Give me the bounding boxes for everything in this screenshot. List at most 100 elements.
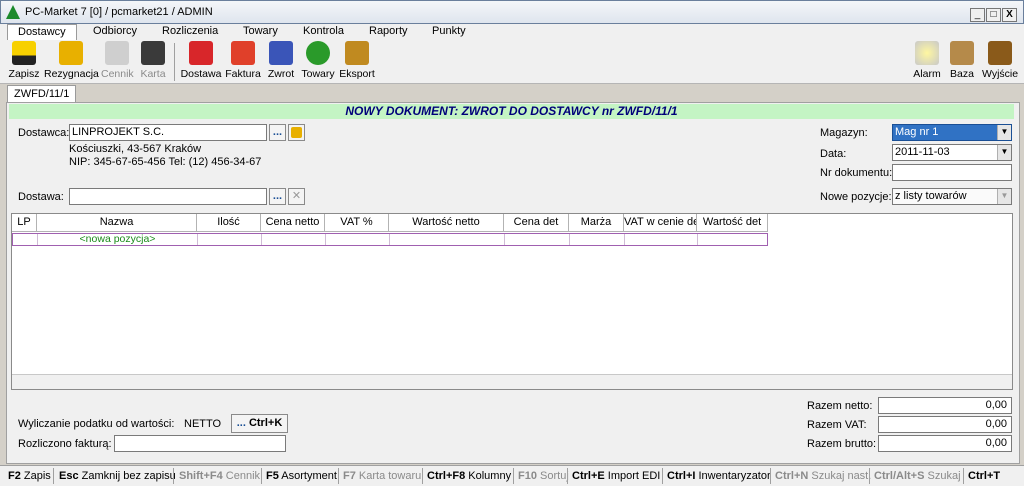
toolbar: Zapisz Rezygnacja Cennik Karta Dostawa F… [0,40,1024,84]
invoice-icon [231,41,255,65]
baza-button[interactable]: Baza [948,41,976,83]
magazyn-select[interactable]: Mag nr 1 [892,124,1012,141]
razem-netto-label: Razem netto: [807,400,873,412]
title-bar: PC-Market 7 [0] / pcmarket21 / ADMIN [0,0,1024,24]
dostawca-details-button[interactable] [288,124,305,141]
save-icon [12,41,36,65]
shortcut-f5[interactable]: F5 Asortyment [266,470,337,482]
podatek-value: NETTO [184,418,222,430]
cennik-button[interactable]: Cennik [101,41,134,83]
menu-odbiorcy[interactable]: Odbiorcy [93,25,137,37]
column-header[interactable]: Wartość netto [389,214,504,232]
zwrot-button[interactable]: Zwrot [266,41,296,83]
table-cell [625,234,698,245]
dostawa-field[interactable] [69,188,267,205]
database-icon [950,41,974,65]
menu-raporty[interactable]: Raporty [369,25,408,37]
chevron-down-icon[interactable]: ▼ [997,189,1011,204]
nowe-pozycje-select[interactable]: z listy towarów [892,188,1012,205]
column-header[interactable]: LP [12,214,37,232]
maximize-button[interactable]: □ [986,8,1001,22]
rozliczono-field[interactable] [114,435,286,452]
shortcut-ctrl-alt-s[interactable]: Ctrl/Alt+S Szukaj [874,470,961,482]
shortcut-f7[interactable]: F7 Karta towaru [343,470,421,482]
alarm-button[interactable]: Alarm [913,41,941,83]
razem-netto-value: 0,00 [878,397,1012,414]
rozliczono-label: Rozliczono fakturą: [18,438,112,450]
menu-dostawcy[interactable]: Dostawcy [7,24,77,41]
menu-towary[interactable]: Towary [243,25,278,37]
dostawa-button[interactable]: Dostawa [180,41,222,83]
column-header[interactable]: Nazwa [37,214,197,232]
date-picker[interactable]: 2011-11-03 [892,144,1012,161]
items-table[interactable]: LP Nazwa Ilość Cena netto VAT % Wartość … [11,213,1013,390]
razem-brutto-value: 0,00 [878,435,1012,452]
toolbar-separator [174,43,175,81]
eksport-button[interactable]: Eksport [339,41,375,83]
minimize-button[interactable]: _ [970,8,985,22]
goods-icon [306,41,330,65]
table-cell [326,234,390,245]
page-title: NOWY DOKUMENT: ZWROT DO DOSTAWCY nr ZWFD… [9,104,1014,119]
window-title: PC-Market 7 [0] / pcmarket21 / ADMIN [25,6,213,18]
close-button[interactable]: X [1002,8,1017,22]
tab-document[interactable]: ZWFD/11/1 [7,85,76,103]
magazyn-value: Mag nr 1 [895,126,939,138]
zapisz-button[interactable]: Zapisz [8,41,40,83]
clear-x-icon: ✕ [291,190,302,202]
menu-kontrola[interactable]: Kontrola [303,25,344,37]
menu-rozliczenia[interactable]: Rozliczenia [162,25,218,37]
razem-brutto-label: Razem brutto: [807,438,877,450]
dostawca-field[interactable]: LINPROJEKT S.C. [69,124,267,141]
table-footer-strip [12,374,1012,389]
alarm-icon [915,41,939,65]
nr-dokumentu-field[interactable] [892,164,1012,181]
new-row-cell[interactable]: <nowa pozycja> [38,234,198,245]
menu-punkty[interactable]: Punkty [432,25,466,37]
nowe-pozycje-value: z listy towarów [895,190,967,202]
date-value: 2011-11-03 [895,146,950,158]
shortcut-ctrl-i[interactable]: Ctrl+I Inwentaryzator [667,470,771,482]
razem-vat-label: Razem VAT: [807,419,867,431]
shortcut-ctrl-f8[interactable]: Ctrl+F8 Kolumny [427,470,511,482]
column-header[interactable]: Ilość [197,214,261,232]
shortcut-ctrl-e[interactable]: Ctrl+E Import EDI [572,470,660,482]
dostawa-clear-button[interactable]: ✕ [288,188,305,205]
column-header[interactable]: Marża [569,214,624,232]
address-line-1: Kościuszki, 43-567 Kraków [69,143,202,155]
shortcut-esc[interactable]: Esc Zamknij bez zapisu [59,470,176,482]
table-row[interactable]: <nowa pozycja> [12,233,768,246]
ctrl-k-button[interactable]: ... Ctrl+K [231,414,288,433]
podatek-label: Wyliczanie podatku od wartości: [18,418,175,430]
column-header[interactable]: Wartość det [697,214,768,232]
shortcut-f2[interactable]: F2 Zapis [8,470,51,482]
price-list-icon [105,41,129,65]
column-header[interactable]: Cena netto [261,214,325,232]
dostawa-label: Dostawa: [18,191,64,203]
shortcut-ctrl-n[interactable]: Ctrl+N Szukaj nast. [775,470,871,482]
undo-icon [59,41,83,65]
menu-bar: Dostawcy Odbiorcy Rozliczenia Towary Kon… [0,24,1024,41]
chevron-down-icon[interactable]: ▼ [997,145,1011,160]
dostawca-label: Dostawca: [18,127,70,139]
address-line-2: NIP: 345-67-65-456 Tel: (12) 456-34-67 [69,156,262,168]
shortcut-shift-f4[interactable]: Shift+F4 Cennik [179,470,260,482]
delivery-truck-icon [189,41,213,65]
shortcut-ctrl-t[interactable]: Ctrl+T [968,470,1000,482]
towary-button[interactable]: Towary [300,41,336,83]
export-icon [345,41,369,65]
column-header[interactable]: Cena det [504,214,569,232]
karta-button[interactable]: Karta [138,41,168,83]
return-icon [269,41,293,65]
wyjscie-button[interactable]: Wyjście [982,41,1018,83]
shortcut-f10[interactable]: F10 Sortuj [518,470,569,482]
exit-door-icon [988,41,1012,65]
dostawca-lookup-button[interactable]: ... [269,124,286,141]
chevron-down-icon[interactable]: ▼ [997,125,1011,140]
table-cell [198,234,262,245]
column-header[interactable]: VAT % [325,214,389,232]
column-header[interactable]: VAT w cenie det [624,214,697,232]
dostawa-lookup-button[interactable]: ... [269,188,286,205]
rezygnacja-button[interactable]: Rezygnacja [44,41,99,83]
faktura-button[interactable]: Faktura [225,41,261,83]
